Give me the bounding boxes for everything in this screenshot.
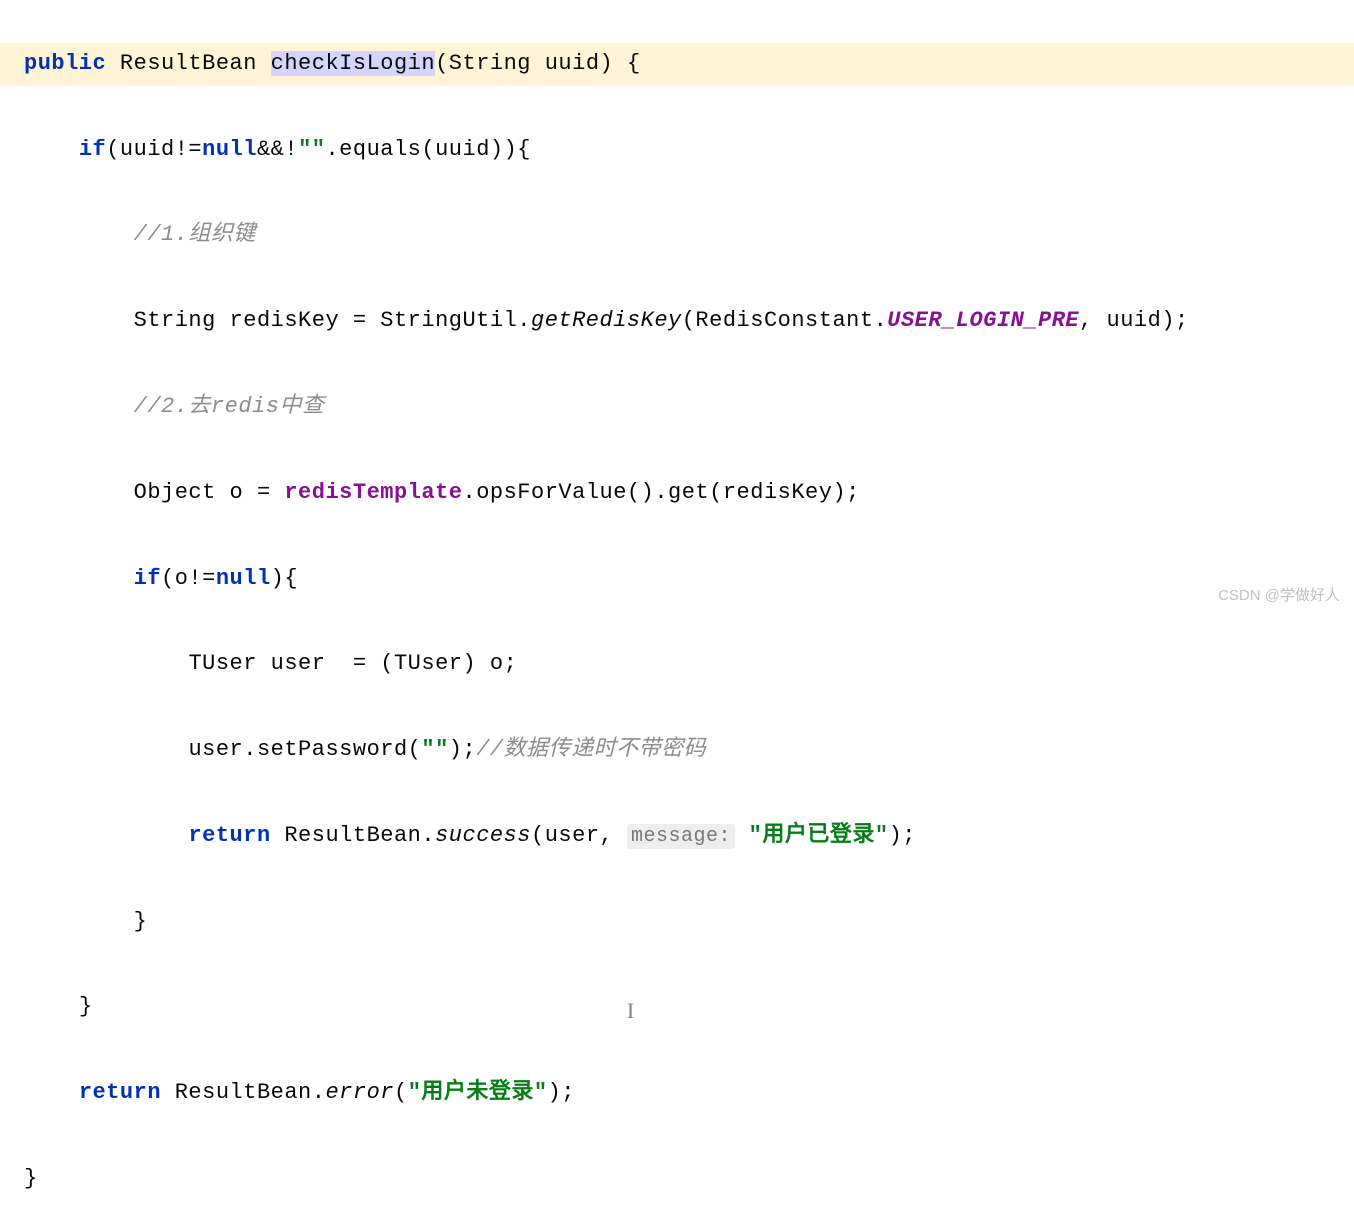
string-literal: "用户已登录" — [749, 823, 889, 848]
code-line-7: if(o!=null){ — [24, 558, 1354, 601]
code-line-2: if(uuid!=null&&!"".equals(uuid)){ — [24, 129, 1354, 172]
code-line-11: } — [24, 901, 1354, 944]
field-ref: redisTemplate — [284, 480, 462, 505]
code-line-12: } — [24, 986, 1354, 1029]
method-signature: public ResultBean checkIsLogin(String uu… — [0, 43, 1354, 86]
text-cursor-icon — [627, 990, 628, 1012]
code-line-6: Object o = redisTemplate.opsForValue().g… — [24, 472, 1354, 515]
static-method: error — [325, 1080, 394, 1105]
code-block: public ResultBean checkIsLogin(String uu… — [0, 0, 1354, 1232]
keyword-return: return — [188, 823, 270, 848]
static-method: getRedisKey — [531, 308, 682, 333]
code-line-8: TUser user = (TUser) o; — [24, 643, 1354, 686]
param-hint: message: — [627, 824, 735, 849]
code-line-14: } — [24, 1158, 1354, 1201]
keyword-public: public — [24, 51, 106, 76]
code-line-5: //2.去redis中查 — [24, 386, 1354, 429]
constant: USER_LOGIN_PRE — [887, 308, 1079, 333]
keyword-return: return — [79, 1080, 161, 1105]
code-line-3: //1.组织键 — [24, 214, 1354, 257]
param-name: uuid — [545, 51, 600, 76]
comment: //1.组织键 — [134, 222, 256, 247]
code-line-4: String redisKey = StringUtil.getRedisKey… — [24, 300, 1354, 343]
return-type: ResultBean — [120, 51, 257, 76]
code-line-10: return ResultBean.success(user, message:… — [24, 815, 1354, 858]
static-method: success — [435, 823, 531, 848]
comment: //数据传递时不带密码 — [476, 737, 706, 762]
string-literal: "" — [298, 137, 325, 162]
method-name-highlight: checkIsLogin — [271, 51, 435, 76]
param-type: String — [449, 51, 531, 76]
watermark: CSDN @学做好人 — [1218, 581, 1340, 610]
keyword-null: null — [216, 566, 271, 591]
keyword-if: if — [134, 566, 161, 591]
open-brace: { — [627, 51, 641, 76]
comment: //2.去redis中查 — [134, 394, 325, 419]
code-line-9: user.setPassword("");//数据传递时不带密码 — [24, 729, 1354, 772]
keyword-null: null — [202, 137, 257, 162]
code-line-13: return ResultBean.error("用户未登录"); — [24, 1072, 1354, 1115]
keyword-if: if — [79, 137, 106, 162]
string-literal: "用户未登录" — [408, 1080, 548, 1105]
string-literal: "" — [421, 737, 448, 762]
